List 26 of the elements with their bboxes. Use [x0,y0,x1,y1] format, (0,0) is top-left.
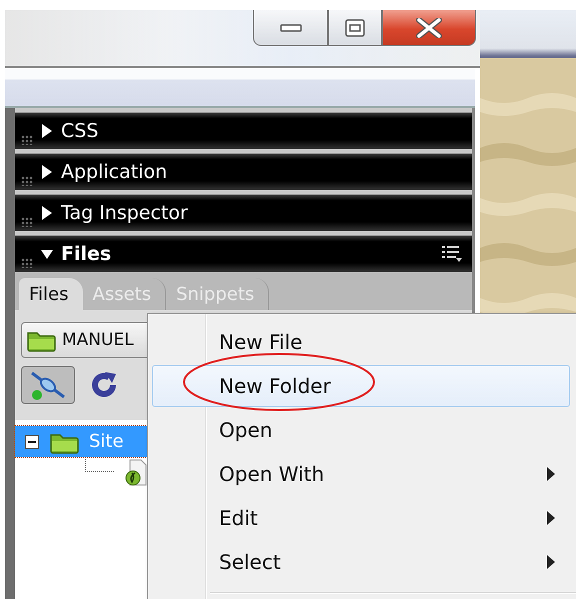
panel-header[interactable]: Tag Inspector [15,194,472,231]
panel-header[interactable]: CSS [15,112,472,149]
expand-icon [41,124,53,138]
tree-label: Site [89,431,124,452]
maximize-icon [344,18,366,38]
submenu-arrow-icon [547,555,555,569]
close-button[interactable] [382,10,476,46]
maximize-button[interactable] [328,10,382,46]
minimize-icon [280,22,302,32]
connect-button[interactable] [21,366,75,404]
menu-item[interactable]: Edit [152,497,570,539]
expand-icon [41,206,53,220]
panel-tab[interactable]: Files [19,278,82,310]
minimize-button[interactable] [253,10,328,46]
close-icon [416,18,442,38]
refresh-button[interactable] [89,370,119,400]
submenu-arrow-icon [547,467,555,481]
expand-icon [41,165,53,179]
menu-item[interactable]: New Folder [152,365,570,407]
submenu-arrow-icon [547,511,555,525]
menu-item[interactable]: Select [152,541,570,583]
panel-header[interactable]: Application [15,153,472,190]
collapse-icon [41,247,53,261]
options-menu-icon[interactable] [442,245,462,263]
collapse-icon[interactable] [25,434,39,448]
panel-header[interactable]: Files [15,235,472,272]
